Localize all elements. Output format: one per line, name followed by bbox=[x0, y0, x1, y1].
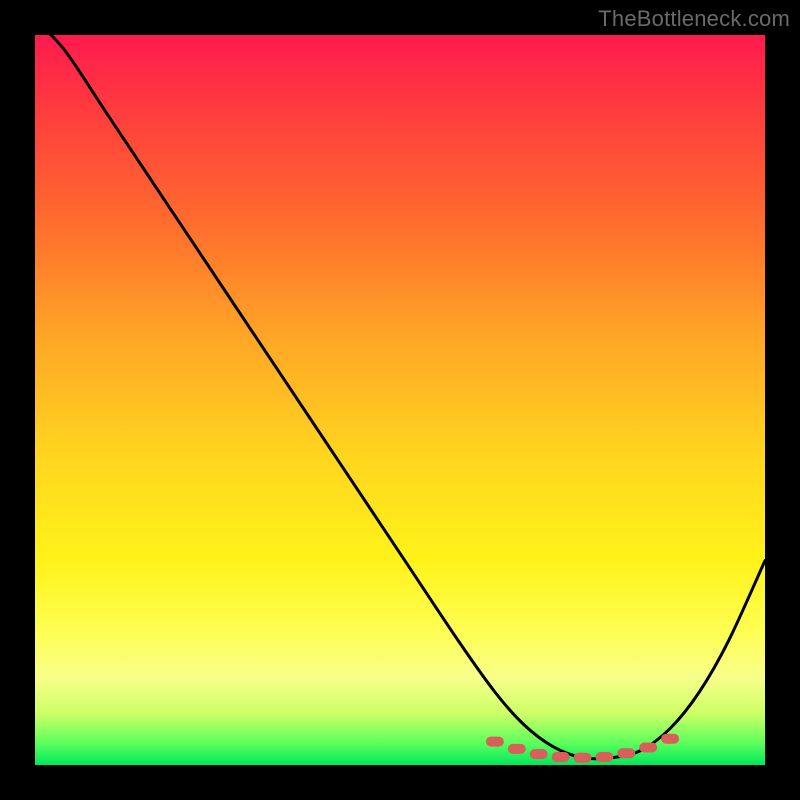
curve-layer bbox=[35, 35, 765, 765]
optimal-marker bbox=[508, 744, 526, 754]
plot-area bbox=[35, 35, 765, 765]
optimal-range-markers bbox=[486, 734, 679, 763]
bottleneck-curve bbox=[35, 20, 765, 758]
optimal-marker bbox=[552, 752, 570, 762]
optimal-marker bbox=[661, 734, 679, 744]
watermark-text: TheBottleneck.com bbox=[598, 6, 790, 32]
optimal-marker bbox=[617, 748, 635, 758]
optimal-marker bbox=[530, 749, 548, 759]
optimal-marker bbox=[595, 752, 613, 762]
optimal-marker bbox=[486, 737, 504, 747]
optimal-marker bbox=[574, 753, 592, 763]
chart-frame: TheBottleneck.com bbox=[0, 0, 800, 800]
optimal-marker bbox=[639, 743, 657, 753]
